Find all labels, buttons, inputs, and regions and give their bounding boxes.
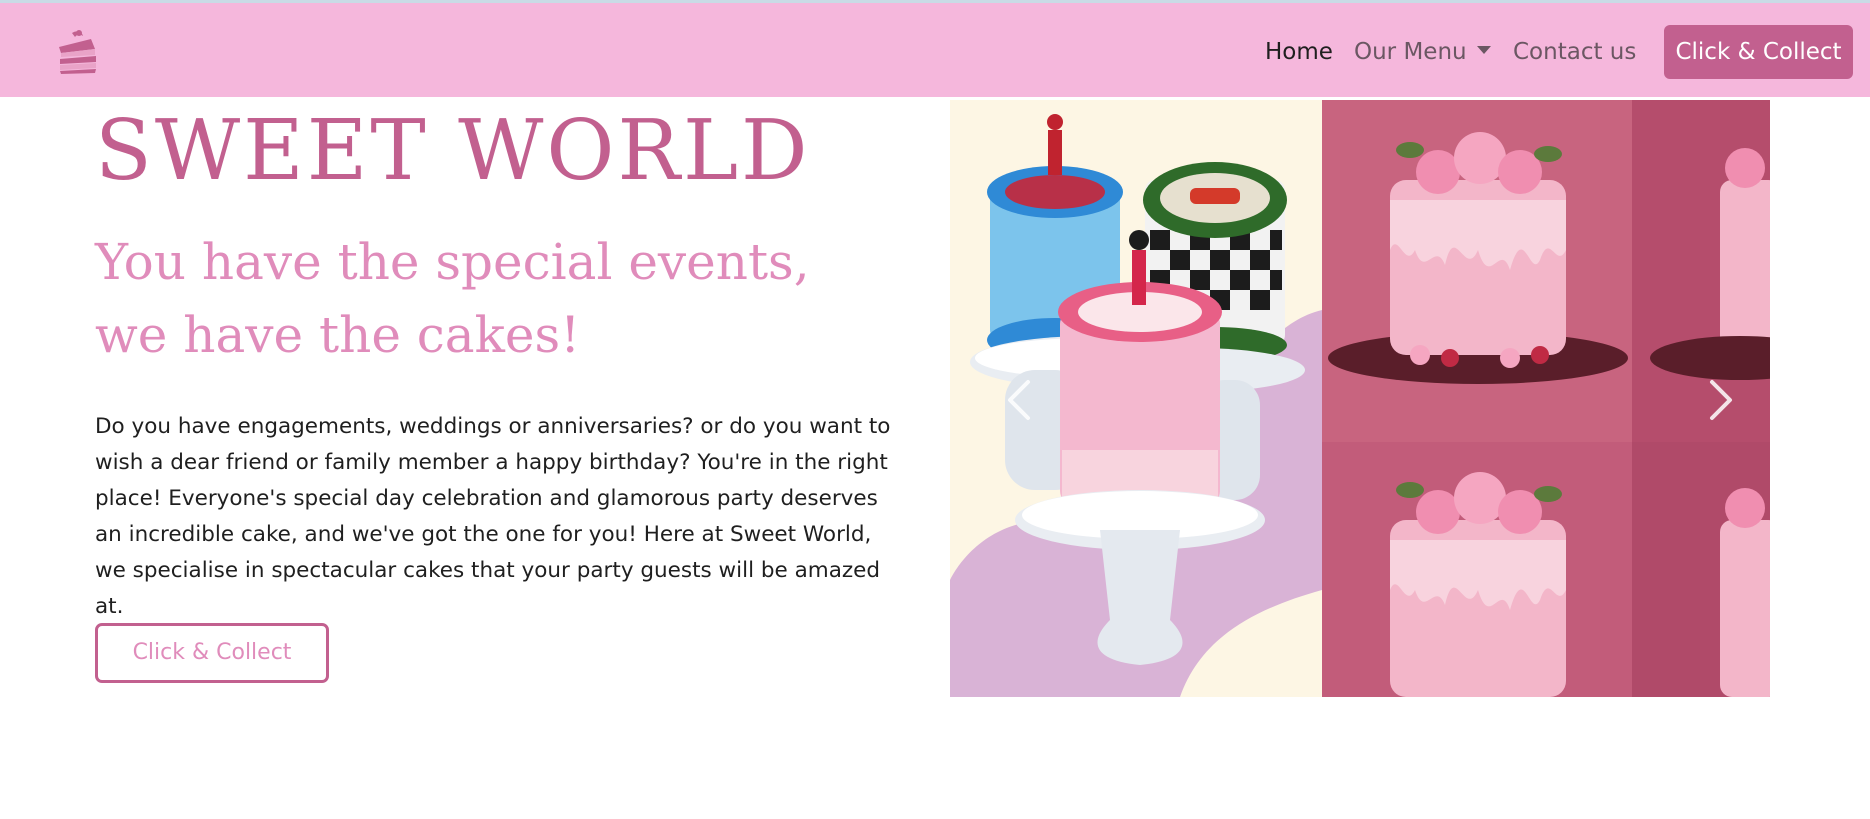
hero-subtitle: You have the special events, we have the… <box>95 233 810 364</box>
nav-home[interactable]: Home <box>1265 39 1333 65</box>
cake-image-collage <box>950 100 1770 697</box>
nav-contact-us[interactable]: Contact us <box>1513 39 1636 65</box>
nav-our-menu[interactable]: Our Menu <box>1354 39 1491 65</box>
brand-logo[interactable] <box>55 29 99 75</box>
cake-slice-icon <box>59 30 96 74</box>
hero-click-collect-button[interactable]: Click & Collect <box>95 623 329 683</box>
carousel-next-control[interactable] <box>1690 370 1750 430</box>
hero-title: SWEET WORLD <box>95 102 811 199</box>
chevron-right-icon <box>1710 380 1732 420</box>
nav-click-collect-button[interactable]: Click & Collect <box>1664 25 1853 79</box>
nav-our-menu-label: Our Menu <box>1354 39 1467 65</box>
carousel-prev-control[interactable] <box>990 370 1050 430</box>
cake-carousel <box>950 100 1770 697</box>
caret-down-icon <box>1476 45 1491 54</box>
hero-description: Do you have engagements, weddings or ann… <box>95 414 891 619</box>
chevron-left-icon <box>1008 380 1030 420</box>
navbar: Home Our Menu Contact us Click & Collect <box>0 3 1870 97</box>
